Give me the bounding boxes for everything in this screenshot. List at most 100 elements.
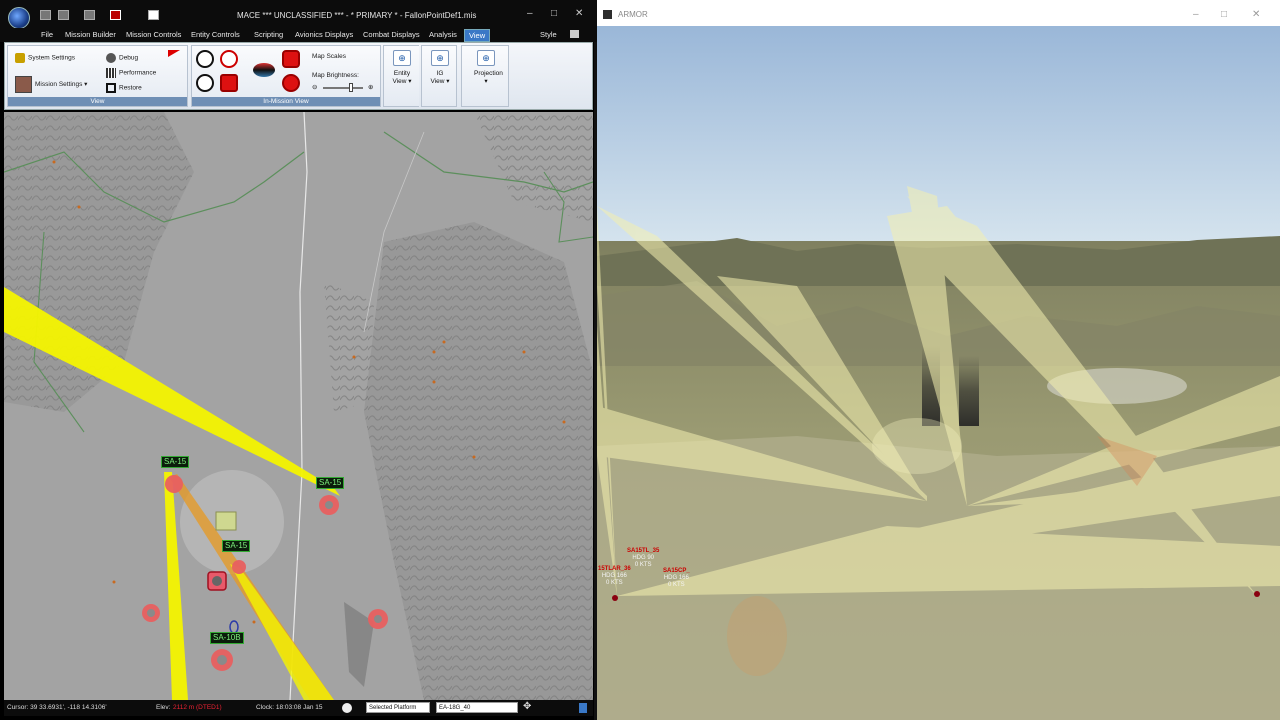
select-cursor-icon[interactable] xyxy=(148,10,159,20)
brightness-plus[interactable]: ⊕ xyxy=(368,83,373,91)
menubar: File Mission Builder Mission Controls En… xyxy=(0,28,597,42)
target-speed: 0 KTS xyxy=(606,580,623,586)
elev-label: Elev: xyxy=(156,704,171,711)
site-label-sa15-3[interactable]: SA-15 xyxy=(222,540,251,552)
menu-mission-controls[interactable]: Mission Controls xyxy=(126,30,181,39)
map-brightness-label: Map Brightness: xyxy=(312,72,359,79)
mace-window: MACE *** UNCLASSIFIED *** - * PRIMARY * … xyxy=(0,0,597,720)
site-label-sa15-2[interactable]: SA-15 xyxy=(316,477,345,489)
target-speed: 0 KTS xyxy=(668,582,685,588)
minimize-button[interactable]: – xyxy=(527,8,533,20)
style-menu[interactable]: Style xyxy=(540,30,557,39)
armor-maximize-button[interactable]: □ xyxy=(1221,9,1227,20)
cursor-coords: Cursor: 39 33.6931', -118 14.3106' xyxy=(7,704,107,711)
entity-view-label-2: View xyxy=(392,78,407,85)
layout-icon[interactable] xyxy=(570,30,579,38)
mission-settings-icon xyxy=(15,76,32,93)
target-name: SA15TL_35 xyxy=(627,548,660,554)
mace-titlebar: MACE *** UNCLASSIFIED *** - * PRIMARY * … xyxy=(0,0,597,30)
tactical-map[interactable]: SA-15 SA-15 SA-15 SA-10B xyxy=(4,112,593,700)
entity-view-button[interactable]: ⊕ Entity View ▾ xyxy=(390,48,414,102)
target-speed: 0 KTS xyxy=(634,562,652,568)
close-button[interactable]: ✕ xyxy=(575,8,583,20)
system-settings-button[interactable]: System Settings xyxy=(15,53,75,63)
menu-scripting[interactable]: Scripting xyxy=(254,30,283,39)
scroll-icon[interactable] xyxy=(579,703,587,713)
elev-value-text: 2112 m (DTED1) xyxy=(173,704,222,711)
performance-icon xyxy=(106,68,116,78)
desktop: MACE *** UNCLASSIFIED *** - * PRIMARY * … xyxy=(0,0,1280,720)
armor-window-title: ARMOR xyxy=(618,10,648,19)
projection-button[interactable]: ⊕ Projection ▾ xyxy=(474,48,503,102)
3d-scene-view[interactable]: SA15TL_35 HDG 90 0 KTS 15TLAR_36 HDG 166… xyxy=(597,26,1280,720)
menu-file[interactable]: File xyxy=(41,30,53,39)
platform-dropdown[interactable]: EA-18G_40 xyxy=(436,702,518,713)
grid-icon[interactable] xyxy=(220,74,238,92)
armor-minimize-button[interactable]: – xyxy=(1193,9,1199,20)
mission-settings-button[interactable]: Mission Settings ▾ xyxy=(15,76,87,93)
site-label-sa15-1[interactable]: SA-15 xyxy=(161,456,190,468)
map-scales-button[interactable]: Map Scales xyxy=(312,53,346,60)
move-icon[interactable]: ✥ xyxy=(523,701,531,712)
target-heading: HDG 90 xyxy=(632,555,655,561)
target-heading: HDG 166 xyxy=(601,573,627,579)
play-icon[interactable] xyxy=(84,10,95,20)
ribbon-group-view-label: View xyxy=(8,97,187,106)
menu-combat-displays[interactable]: Combat Displays xyxy=(363,30,420,39)
restore-button[interactable]: Restore xyxy=(106,83,142,93)
stop-icon[interactable] xyxy=(110,10,121,20)
system-settings-label: System Settings xyxy=(28,54,75,62)
restore-label: Restore xyxy=(119,84,142,92)
arrow-down-icon: ⊕ xyxy=(431,50,449,66)
target-name: SA15CP_ xyxy=(663,568,690,574)
menu-analysis[interactable]: Analysis xyxy=(429,30,457,39)
projection-group: ⊕ Projection ▾ xyxy=(461,45,509,107)
brightness-minus[interactable]: ⊖ xyxy=(312,83,317,91)
clock-check-icon[interactable] xyxy=(342,703,352,713)
ig-view-label: IG xyxy=(436,70,444,77)
clock: Clock: 18:03:08 Jan 15 xyxy=(256,704,323,711)
layers-icon[interactable] xyxy=(253,63,275,77)
target-label-sa15cp[interactable]: SA15CP_ HDG 166 0 KTS xyxy=(663,568,690,589)
brightness-slider[interactable] xyxy=(323,87,363,89)
armor-close-button[interactable]: ✕ xyxy=(1252,9,1260,20)
open-icon[interactable] xyxy=(40,10,51,20)
status-bar: Cursor: 39 33.6931', -118 14.3106' Elev:… xyxy=(4,700,593,716)
performance-button[interactable]: Performance xyxy=(106,68,156,78)
ribbon-group-view: System Settings Mission Settings ▾ Debug… xyxy=(7,45,188,107)
terrain-map xyxy=(4,112,593,700)
restore-icon xyxy=(106,83,116,93)
target-label-15tlar[interactable]: 15TLAR_36 HDG 166 0 KTS xyxy=(598,566,631,587)
entity-view-group: ⊕ Entity View ▾ xyxy=(383,45,419,107)
mission-settings-label: Mission Settings xyxy=(35,81,83,89)
ig-view-group: ⊕ IG View ▾ xyxy=(421,45,457,107)
zoom-icon[interactable] xyxy=(196,74,214,92)
target-name: 15TLAR_36 xyxy=(598,566,631,572)
menu-entity-controls[interactable]: Entity Controls xyxy=(191,30,240,39)
brightness-slider-thumb[interactable] xyxy=(349,83,353,92)
maximize-button[interactable]: □ xyxy=(551,8,557,20)
debug-label: Debug xyxy=(119,54,139,62)
armor-window: ARMOR – □ ✕ SA15TL_35 HDG 90 0 KTS 15TLA… xyxy=(597,0,1280,720)
globe-logo-icon[interactable] xyxy=(8,7,30,29)
terrain-3d-render xyxy=(597,26,1280,720)
lock-icon[interactable] xyxy=(282,50,300,68)
ig-view-button[interactable]: ⊕ IG View ▾ xyxy=(428,48,452,102)
target-icon[interactable] xyxy=(220,50,238,68)
menu-mission-builder[interactable]: Mission Builder xyxy=(65,30,116,39)
menu-avionics-displays[interactable]: Avionics Displays xyxy=(295,30,353,39)
ribbon: System Settings Mission Settings ▾ Debug… xyxy=(4,42,593,110)
save-icon[interactable] xyxy=(58,10,69,20)
armor-titlebar: ARMOR – □ ✕ xyxy=(597,4,1280,26)
flag-icon[interactable] xyxy=(168,50,180,57)
debug-button[interactable]: Debug xyxy=(106,53,138,63)
performance-label: Performance xyxy=(119,69,157,77)
settings-icon xyxy=(15,53,25,63)
ribbon-group-in-mission-view-label: In-Mission View xyxy=(192,97,380,106)
menu-view[interactable]: View xyxy=(464,29,491,42)
selected-platform-dropdown[interactable]: Selected Platform xyxy=(366,702,430,713)
record-icon[interactable] xyxy=(282,74,300,92)
site-label-sa10b[interactable]: SA-10B xyxy=(210,632,244,644)
range-rings-icon[interactable] xyxy=(196,50,214,68)
target-label-sa15tl[interactable]: SA15TL_35 HDG 90 0 KTS xyxy=(627,548,659,569)
